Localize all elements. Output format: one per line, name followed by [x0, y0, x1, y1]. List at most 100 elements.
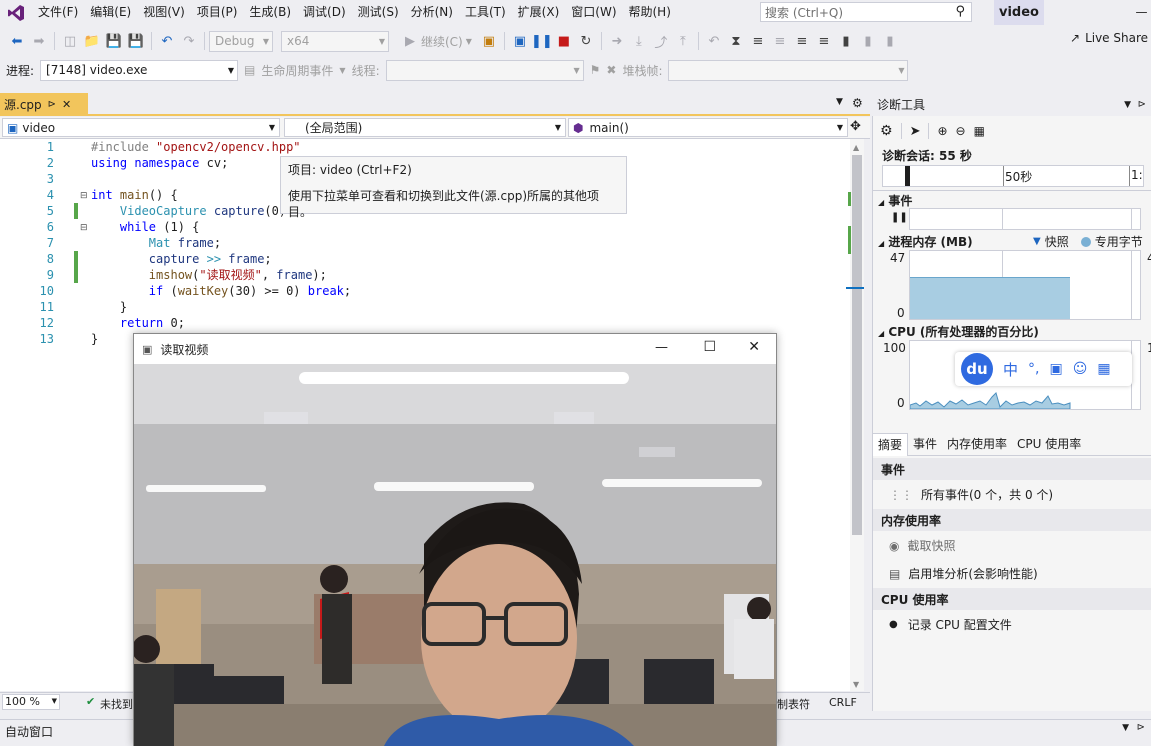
diagnostics-icon[interactable]: ⧗: [725, 30, 747, 52]
collapse-icon[interactable]: ✖: [606, 63, 616, 77]
collapse-triangle-icon[interactable]: ◢: [878, 198, 884, 207]
thread-select[interactable]: ▼: [385, 59, 584, 81]
tab-memory-usage[interactable]: 内存使用率: [942, 433, 1012, 455]
menu-edit[interactable]: 编辑(E): [84, 0, 137, 25]
live-share-button[interactable]: ↗ Live Share: [1070, 31, 1148, 45]
open-folder-icon[interactable]: 📁: [81, 30, 103, 52]
continue-icon[interactable]: ▶: [399, 30, 421, 52]
punctuation-icon[interactable]: °,: [1028, 361, 1039, 377]
tab-events[interactable]: 事件: [908, 433, 942, 455]
menu-analyze[interactable]: 分析(N): [405, 0, 459, 25]
bookmark-icon[interactable]: ▮: [835, 30, 857, 52]
redo-icon[interactable]: ↷: [178, 30, 200, 52]
chevron-down-icon[interactable]: ▼: [466, 37, 472, 46]
tab-summary[interactable]: 摘要: [872, 432, 909, 456]
screenshot-icon[interactable]: ▣: [509, 30, 531, 52]
configuration-select[interactable]: Debug ▼: [209, 30, 273, 52]
tab-cpu-usage[interactable]: CPU 使用率: [1012, 433, 1086, 455]
lifecycle-events-button[interactable]: 生命周期事件: [261, 62, 333, 79]
visual-studio-logo-icon[interactable]: [0, 0, 32, 25]
flag-icon[interactable]: ⚑: [590, 63, 601, 77]
collapse-icon[interactable]: ⊟: [80, 223, 88, 233]
menu-view[interactable]: 视图(V): [137, 0, 191, 25]
zoom-in-icon[interactable]: ⊕: [937, 124, 947, 138]
stop-icon[interactable]: ■: [553, 30, 575, 52]
show-next-statement-icon[interactable]: ➜: [606, 30, 628, 52]
scroll-down-icon[interactable]: ▼: [853, 680, 859, 689]
baidu-ime-logo-icon[interactable]: du: [961, 353, 993, 385]
platform-select[interactable]: x64 ▼: [281, 30, 389, 52]
reset-view-icon[interactable]: ▦: [974, 124, 985, 138]
line-ending[interactable]: CRLF: [829, 696, 857, 709]
heap-analysis-row[interactable]: ▤ 启用堆分析(会影响性能): [873, 565, 1151, 582]
save-icon[interactable]: 💾: [103, 30, 125, 52]
project-select[interactable]: ▣ video ▼: [2, 118, 280, 137]
panel-menu-icon[interactable]: ▼: [1122, 723, 1129, 733]
minimize-icon[interactable]: —: [1132, 0, 1151, 25]
pause-icon[interactable]: ❚❚: [531, 30, 553, 52]
indent-mode[interactable]: 制表符: [777, 696, 810, 712]
collapse-triangle-icon[interactable]: ◢: [878, 329, 884, 338]
uncomment-icon[interactable]: ≡: [813, 30, 835, 52]
select-tools-icon[interactable]: ➤: [910, 124, 921, 139]
take-snapshot-row[interactable]: ◉ 截取快照: [873, 537, 1151, 554]
tab-source-cpp[interactable]: 源.cpp ⊳ ✕: [0, 93, 88, 115]
memory-graph[interactable]: [909, 250, 1141, 320]
save-all-icon[interactable]: 💾: [125, 30, 147, 52]
pin-icon[interactable]: ⊳: [1138, 99, 1146, 110]
events-graph[interactable]: [909, 208, 1141, 230]
collapse-triangle-icon[interactable]: ◢: [878, 239, 884, 248]
timeline-start-handle[interactable]: [905, 166, 910, 186]
scroll-up-icon[interactable]: ▲: [853, 143, 859, 152]
attach-icon[interactable]: ▣: [478, 30, 500, 52]
format-icon[interactable]: ≡: [769, 30, 791, 52]
tab-dropdown-icon[interactable]: ▼: [836, 97, 843, 107]
step-out-icon[interactable]: ⤒: [672, 30, 694, 52]
zoom-select[interactable]: 100 % ▼: [2, 694, 60, 710]
timeline-ruler[interactable]: 50秒 1:: [882, 165, 1144, 187]
video-window-titlebar[interactable]: ▣ 读取视频 — ☐ ✕: [134, 334, 776, 364]
pin-icon[interactable]: ⊳: [1137, 722, 1145, 733]
panel-menu-icon[interactable]: ▼: [1124, 100, 1131, 110]
menu-help[interactable]: 帮助(H): [623, 0, 677, 25]
search-input[interactable]: 搜索 (Ctrl+Q) ⚲: [760, 2, 972, 22]
menu-debug[interactable]: 调试(D): [297, 0, 352, 25]
restart-icon[interactable]: ↻: [575, 30, 597, 52]
process-select[interactable]: [7148] video.exe ▼: [40, 59, 239, 81]
keyboard-icon[interactable]: ▣: [1049, 361, 1062, 377]
step-over-icon[interactable]: ⤴: [650, 30, 672, 52]
ime-chinese-mode[interactable]: 中: [1003, 359, 1018, 380]
scope-select[interactable]: (全局范围) ▼: [284, 118, 566, 137]
all-events-row[interactable]: ⋮⋮ 所有事件(0 个，共 0 个): [873, 486, 1151, 503]
close-icon[interactable]: ✕: [748, 339, 760, 355]
close-icon[interactable]: ✕: [62, 98, 71, 111]
split-icon[interactable]: ✥: [850, 119, 861, 134]
pin-icon[interactable]: ⊳: [48, 99, 56, 110]
comment-icon[interactable]: ≡: [791, 30, 813, 52]
pause-icon[interactable]: ❚❚: [891, 212, 908, 223]
menu-extensions[interactable]: 扩展(X): [512, 0, 566, 25]
scrollbar-thumb[interactable]: [852, 155, 862, 535]
grid-menu-icon[interactable]: ▦: [1097, 361, 1110, 377]
lifecycle-events-icon[interactable]: ▤: [244, 63, 255, 77]
undo-icon[interactable]: ↶: [156, 30, 178, 52]
zoom-out-icon[interactable]: ⊖: [956, 124, 966, 138]
user-icon[interactable]: ☺: [1073, 361, 1088, 377]
menu-window[interactable]: 窗口(W): [565, 0, 622, 25]
bookmark-prev-icon[interactable]: ▮: [857, 30, 879, 52]
chevron-down-icon[interactable]: ▼: [339, 66, 345, 75]
issues-status[interactable]: 未找到: [100, 696, 133, 712]
gear-icon[interactable]: ⚙: [852, 96, 863, 110]
thread-icon[interactable]: ≡: [747, 30, 769, 52]
back-icon[interactable]: ⬅: [6, 30, 28, 52]
menu-tools[interactable]: 工具(T): [459, 0, 512, 25]
search-icon[interactable]: ⚲: [955, 4, 965, 19]
record-cpu-row[interactable]: ● 记录 CPU 配置文件: [873, 616, 1151, 633]
member-select[interactable]: ⬢ main() ▼: [568, 118, 848, 137]
menu-test[interactable]: 测试(S): [352, 0, 405, 25]
continue-button[interactable]: 继续(C): [421, 33, 463, 50]
ime-toolbar[interactable]: du 中 °, ▣ ☺ ▦: [955, 352, 1132, 386]
collapse-icon[interactable]: ⊟: [80, 191, 88, 201]
bookmark-next-icon[interactable]: ▮: [879, 30, 901, 52]
menu-file[interactable]: 文件(F): [32, 0, 84, 25]
